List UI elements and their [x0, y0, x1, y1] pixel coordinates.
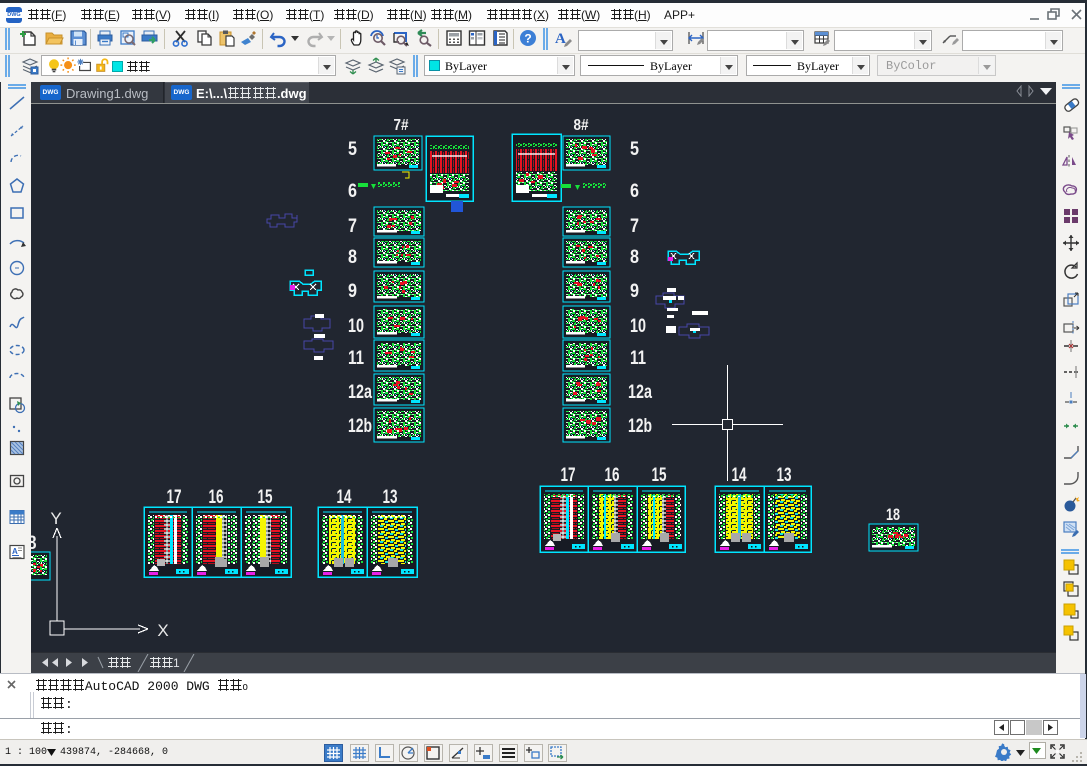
svg-text:?: ? [524, 32, 531, 46]
svg-text:6: 6 [348, 181, 357, 202]
svg-text:8: 8 [630, 247, 639, 268]
svg-text:X: X [157, 621, 168, 640]
svg-text:8: 8 [31, 533, 37, 554]
svg-text:10: 10 [348, 316, 364, 337]
svg-text:7: 7 [348, 216, 357, 237]
svg-text:Y: Y [50, 509, 61, 528]
svg-text:13: 13 [777, 465, 792, 486]
svg-text:14: 14 [337, 487, 352, 508]
svg-text:12b: 12b [348, 416, 372, 437]
svg-text:9: 9 [348, 281, 357, 302]
svg-text:5: 5 [348, 139, 357, 160]
svg-text:A: A [555, 31, 566, 47]
svg-text:15: 15 [258, 487, 273, 508]
svg-text:8: 8 [348, 247, 357, 268]
svg-text:15: 15 [652, 465, 667, 486]
svg-text:17: 17 [561, 465, 576, 486]
svg-text:11: 11 [630, 348, 646, 369]
svg-text:14: 14 [732, 465, 747, 486]
svg-text:7: 7 [630, 216, 639, 237]
svg-text:A: A [12, 547, 18, 556]
svg-text:16: 16 [209, 487, 224, 508]
svg-text:13: 13 [383, 487, 398, 508]
svg-text:12b: 12b [628, 416, 652, 437]
svg-text:16: 16 [605, 465, 620, 486]
svg-text:6: 6 [630, 181, 639, 202]
svg-text:17: 17 [167, 487, 182, 508]
svg-text:12a: 12a [628, 382, 652, 403]
svg-text:8#: 8# [574, 117, 589, 134]
svg-text:10: 10 [630, 316, 646, 337]
svg-text:9: 9 [630, 281, 639, 302]
svg-text:18: 18 [886, 505, 900, 524]
svg-text:7#: 7# [394, 117, 409, 134]
svg-text:12a: 12a [348, 382, 372, 403]
svg-text:5: 5 [630, 139, 639, 160]
svg-text:11: 11 [348, 348, 364, 369]
